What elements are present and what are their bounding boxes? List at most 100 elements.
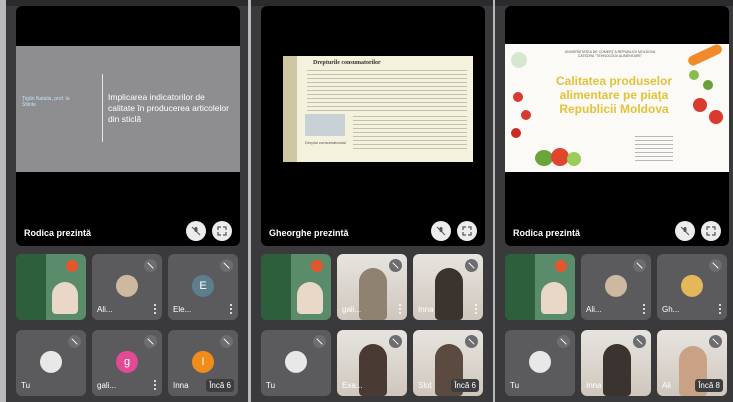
participant-tile[interactable]: Inna <box>581 330 651 396</box>
mic-off-icon <box>465 259 478 272</box>
fullscreen-icon <box>217 226 227 236</box>
more-options-icon[interactable] <box>230 304 232 314</box>
speaking-indicator-icon <box>555 260 567 272</box>
shared-slide: UNIVERSITATEA DE COMERŢ A REPUBLICII MOL… <box>505 44 729 172</box>
participant-photo <box>605 274 627 297</box>
participant-avatar: I <box>192 350 214 373</box>
shared-slide: Ţigăn Natalia, prof. la Stiinte Implicar… <box>16 46 240 172</box>
fullscreen-button[interactable] <box>701 221 721 241</box>
participant-tile[interactable] <box>505 254 575 320</box>
participant-tile[interactable]: Gh... <box>657 254 727 320</box>
participant-video <box>541 282 567 314</box>
participant-name: gali... <box>97 381 117 390</box>
mic-off-icon <box>709 335 722 348</box>
participant-tile[interactable]: Exa... <box>337 330 407 396</box>
shared-slide: Drepturile consumatorilor Dreptul consum… <box>283 56 473 162</box>
mic-off-icon <box>557 335 570 348</box>
more-options-icon[interactable] <box>399 304 401 314</box>
participant-tile[interactable]: g gali... <box>92 330 162 396</box>
participant-tile[interactable]: Slot Încă 6 <box>413 330 483 396</box>
mic-off-icon <box>680 226 690 236</box>
mic-off-icon <box>144 335 157 348</box>
participant-name: Tu <box>266 381 276 390</box>
participant-tile[interactable]: Ali... <box>581 254 651 320</box>
mic-off-button[interactable] <box>431 221 451 241</box>
slide-body-text <box>307 70 467 112</box>
participant-photo <box>529 350 551 373</box>
slide-body-text <box>353 116 467 152</box>
mic-off-icon <box>633 259 646 272</box>
participant-tile[interactable] <box>16 254 86 320</box>
fullscreen-button[interactable] <box>457 221 477 241</box>
more-options-icon[interactable] <box>154 380 156 390</box>
vegetables-illustration <box>683 44 725 128</box>
presenter-label: Rodica prezintă <box>513 228 581 238</box>
participant-video <box>359 344 387 396</box>
mic-off-icon <box>389 259 402 272</box>
slide-image <box>305 114 345 136</box>
slide-divider <box>102 74 103 142</box>
participant-name: Inna <box>173 381 189 390</box>
participant-tile[interactable] <box>261 254 331 320</box>
mic-off-icon <box>220 259 233 272</box>
meeting-panel-1: Ţigăn Natalia, prof. la Stiinte Implicar… <box>6 0 248 402</box>
participant-tile-self[interactable]: Tu <box>505 330 575 396</box>
presenter-label: Gheorghe prezintă <box>269 228 349 238</box>
participant-name: Gh... <box>662 305 680 314</box>
participant-tile[interactable]: Ali... <box>92 254 162 320</box>
mic-off-icon <box>220 335 233 348</box>
participant-video <box>603 344 631 396</box>
more-participants-badge[interactable]: Încă 6 <box>206 379 234 392</box>
mic-off-icon <box>313 335 326 348</box>
fullscreen-icon <box>706 226 716 236</box>
participant-name: Ali... <box>586 305 602 314</box>
participant-name: Ali <box>662 381 671 390</box>
more-participants-badge[interactable]: Încă 8 <box>695 379 723 392</box>
participant-tile[interactable]: gali... <box>337 254 407 320</box>
fullscreen-button[interactable] <box>212 221 232 241</box>
participant-name: Inna <box>586 381 602 390</box>
presentation-stage: UNIVERSITATEA DE COMERŢ A REPUBLICII MOL… <box>505 6 729 246</box>
mic-off-icon <box>709 259 722 272</box>
mic-off-icon <box>436 226 446 236</box>
participant-video <box>359 268 387 320</box>
participant-name: Tu <box>21 381 31 390</box>
mic-off-button[interactable] <box>675 221 695 241</box>
participant-tile[interactable]: I Inna Încă 6 <box>168 330 238 396</box>
more-options-icon[interactable] <box>719 304 721 314</box>
vegetables-illustration <box>535 144 585 168</box>
mic-off-button[interactable] <box>186 221 206 241</box>
more-options-icon[interactable] <box>475 304 477 314</box>
participant-name: Exa... <box>342 381 363 390</box>
participant-tile[interactable]: Ali Încă 8 <box>657 330 727 396</box>
more-options-icon[interactable] <box>154 304 156 314</box>
slide-title: Calitatea produselor alimentare pe piaţa… <box>555 74 673 116</box>
participant-avatar: E <box>192 274 214 297</box>
presenter-label: Rodica prezintă <box>24 228 92 238</box>
meeting-panel-2: Drepturile consumatorilor Dreptul consum… <box>251 0 493 402</box>
fullscreen-icon <box>462 226 472 236</box>
participant-name: Ali... <box>97 305 113 314</box>
slide-body-text <box>635 136 673 162</box>
meeting-panel-3: UNIVERSITATEA DE COMERŢ A REPUBLICII MOL… <box>495 0 733 402</box>
more-participants-badge[interactable]: Încă 6 <box>451 379 479 392</box>
participant-tile-self[interactable]: Tu <box>261 330 331 396</box>
participant-tile-self[interactable]: Tu <box>16 330 86 396</box>
participant-name: Slot <box>418 381 432 390</box>
participant-video <box>52 282 78 314</box>
slide-heading: Drepturile consumatorilor <box>313 60 381 66</box>
mic-off-icon <box>389 335 402 348</box>
speaking-indicator-icon <box>311 260 323 272</box>
presentation-stage: Drepturile consumatorilor Dreptul consum… <box>261 6 485 246</box>
slide-author-text: Ţigăn Natalia, prof. la Stiinte <box>22 96 70 108</box>
participant-tile[interactable]: Inna <box>413 254 483 320</box>
mic-off-icon <box>144 259 157 272</box>
university-logo <box>511 52 527 68</box>
participant-photo <box>681 274 703 297</box>
participant-photo <box>116 274 138 297</box>
presentation-stage: Ţigăn Natalia, prof. la Stiinte Implicar… <box>16 6 240 246</box>
participant-tile[interactable]: E Ele... <box>168 254 238 320</box>
slide-title: Implicarea indicatorilor de calitate în … <box>108 92 229 124</box>
participant-avatar: g <box>116 350 138 373</box>
more-options-icon[interactable] <box>643 304 645 314</box>
